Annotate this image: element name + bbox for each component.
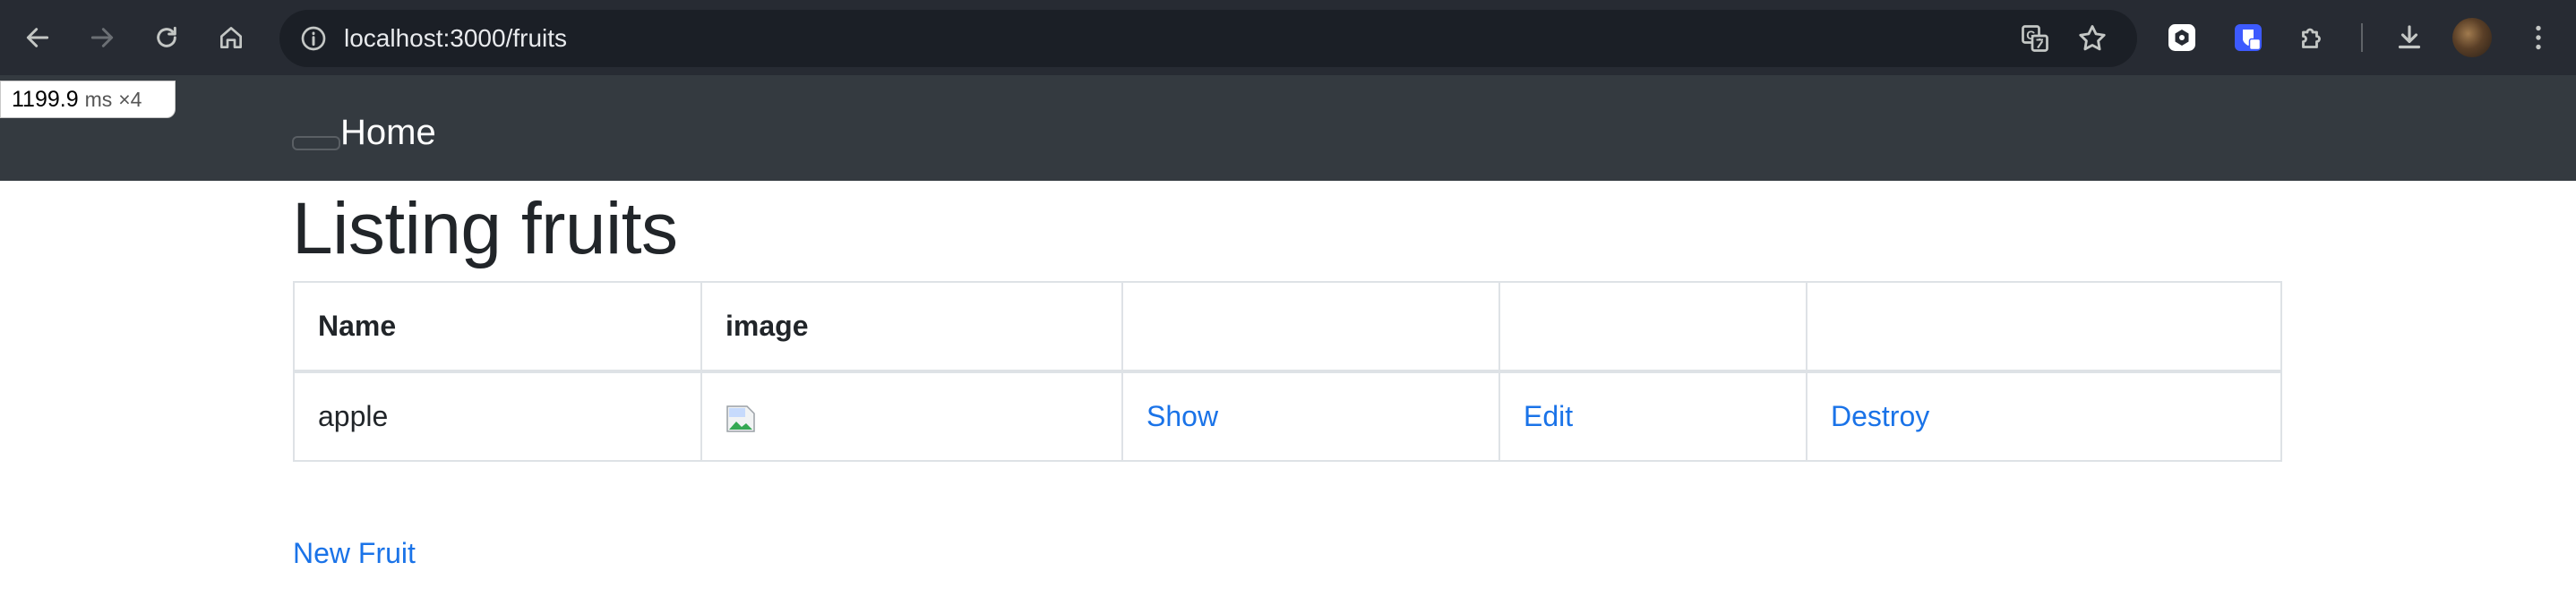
arrow-left-icon <box>26 28 49 47</box>
edit-cell: Edit <box>1498 371 1807 462</box>
fruit-image-cell <box>700 371 1123 462</box>
perf-timing-badge: 1199.9 ms ×4 <box>0 81 176 118</box>
broken-image-icon <box>726 405 756 433</box>
downloads-button[interactable] <box>2390 18 2429 57</box>
extension-icon <box>2168 24 2195 51</box>
column-header-show <box>1121 281 1500 373</box>
browser-toolbar: localhost:3000/fruits G <box>0 0 2576 75</box>
star-icon[interactable] <box>2076 22 2108 55</box>
column-header-image: image <box>700 281 1123 373</box>
page-title: Listing fruits <box>292 188 678 269</box>
browser-menu-button[interactable] <box>2519 18 2558 57</box>
url-text[interactable]: localhost:3000/fruits <box>344 23 567 54</box>
info-icon[interactable] <box>299 24 328 53</box>
navbar-brand-home-link[interactable]: Home <box>340 111 436 154</box>
perf-multiplier: ×4 <box>118 88 142 111</box>
destroy-cell: Destroy <box>1806 371 2282 462</box>
reload-icon <box>157 26 176 47</box>
arrow-right-icon <box>90 28 114 47</box>
column-header-destroy <box>1806 281 2282 373</box>
kebab-menu-icon <box>2536 25 2541 50</box>
reload-button[interactable] <box>145 16 188 59</box>
translate-icon[interactable]: G <box>2019 22 2051 55</box>
extension-button-2[interactable] <box>2228 18 2268 57</box>
column-header-name: Name <box>293 281 702 373</box>
extensions-button[interactable] <box>2293 18 2332 57</box>
address-bar[interactable]: localhost:3000/fruits G <box>279 10 2137 67</box>
puzzle-icon <box>2302 28 2321 48</box>
perf-unit: ms <box>84 88 113 111</box>
navbar-toggler-button[interactable] <box>292 136 340 150</box>
toolbar-separator <box>2361 23 2363 52</box>
app-navbar: Home <box>0 75 2576 181</box>
perf-value: 1199.9 <box>12 87 79 112</box>
fruit-name-cell: apple <box>293 371 702 462</box>
column-header-edit <box>1498 281 1807 373</box>
show-cell: Show <box>1121 371 1500 462</box>
home-icon <box>220 27 242 48</box>
back-button[interactable] <box>16 16 59 59</box>
edit-link[interactable]: Edit <box>1524 400 1573 432</box>
destroy-link[interactable]: Destroy <box>1831 400 1929 432</box>
download-icon <box>2398 25 2421 49</box>
extension-button-1[interactable] <box>2162 18 2202 57</box>
profile-avatar[interactable] <box>2452 18 2492 57</box>
fruits-table: Name image apple Show Edit Destroy <box>293 281 2282 462</box>
home-button[interactable] <box>210 16 253 59</box>
forward-button[interactable] <box>81 16 124 59</box>
new-fruit-link[interactable]: New Fruit <box>293 535 416 571</box>
shield-extension-icon <box>2235 24 2262 51</box>
table-row: apple Show Edit Destroy <box>293 371 2282 462</box>
show-link[interactable]: Show <box>1146 400 1218 432</box>
table-header-row: Name image <box>293 281 2282 373</box>
